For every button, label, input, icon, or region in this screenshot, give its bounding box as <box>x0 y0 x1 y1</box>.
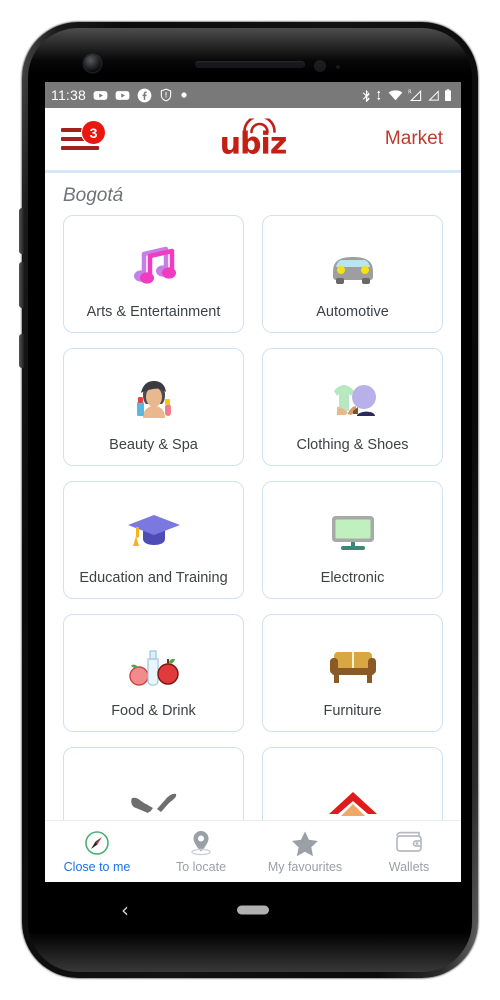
beauty-woman-icon <box>130 363 178 437</box>
couch-icon <box>325 629 381 703</box>
category-grid: Arts & Entertainment Automotive Beauty &… <box>45 215 461 865</box>
front-camera <box>84 55 101 72</box>
tab-my-favourites[interactable]: My favourites <box>253 829 357 874</box>
battery-icon <box>445 88 451 101</box>
status-bar-left-group: 11:38 <box>51 87 188 103</box>
car-icon <box>325 230 381 304</box>
bottom-tab-bar: Close to me To locate My favourites Wall… <box>45 820 461 882</box>
status-bar: 11:38 R <box>45 82 461 108</box>
power-button[interactable] <box>19 334 24 368</box>
bezel-gloss-bottom <box>28 932 472 972</box>
category-card-clothing-shoes[interactable]: Clothing & Shoes <box>262 348 443 466</box>
wallet-icon <box>394 829 424 857</box>
dot-icon <box>181 92 187 98</box>
status-bar-right-group: R <box>360 88 453 103</box>
graduation-cap-icon <box>126 496 182 570</box>
category-card-beauty-spa[interactable]: Beauty & Spa <box>63 348 244 466</box>
category-label: Education and Training <box>79 570 228 586</box>
wifi-icon <box>388 89 403 100</box>
phone-device-frame: 11:38 R 3 ubiz Market Bogotá Arts & Ente… <box>19 22 478 978</box>
category-card-education-training[interactable]: Education and Training <box>63 481 244 599</box>
bluetooth-icon <box>362 89 370 102</box>
roaming-signal-icon: R <box>408 89 422 101</box>
cellular-signal-icon <box>428 89 439 101</box>
brand-wordmark: ubiz <box>219 126 288 162</box>
category-label: Electronic <box>320 570 385 586</box>
volume-down-button[interactable] <box>19 262 24 308</box>
tab-label: To locate <box>175 860 227 874</box>
category-label: Beauty & Spa <box>109 437 198 453</box>
category-label: Automotive <box>316 304 389 320</box>
notification-badge: 3 <box>81 120 106 145</box>
volume-up-button[interactable] <box>19 208 24 254</box>
hamburger-line <box>61 146 99 150</box>
shield-alert-icon <box>160 88 172 102</box>
category-card-food-drink[interactable]: Food & Drink <box>63 614 244 732</box>
ubiz-logo: ubiz <box>219 118 288 162</box>
clothing-shoes-icon <box>324 363 382 437</box>
device-inner-bezel: 11:38 R 3 ubiz Market Bogotá Arts & Ente… <box>28 28 472 972</box>
tab-close-to-me[interactable]: Close to me <box>45 829 149 874</box>
category-card-furniture[interactable]: Furniture <box>262 614 443 732</box>
map-pin-icon <box>188 829 214 857</box>
data-transfer-icon <box>377 90 381 100</box>
home-gesture-pill[interactable] <box>237 905 269 915</box>
music-notes-icon <box>128 230 180 304</box>
facebook-icon <box>137 88 152 102</box>
light-sensor <box>336 65 340 69</box>
proximity-sensor <box>314 60 326 72</box>
back-button[interactable]: ‹ <box>121 898 129 922</box>
tab-label: My favourites <box>267 860 343 874</box>
category-label: Arts & Entertainment <box>86 304 221 320</box>
svg-text:R: R <box>408 89 412 95</box>
city-label: Bogotá <box>63 185 124 206</box>
category-card-automotive[interactable]: Automotive <box>262 215 443 333</box>
tab-label: Close to me <box>63 860 131 874</box>
monitor-icon <box>327 496 379 570</box>
tab-to-locate[interactable]: To locate <box>149 829 253 874</box>
category-label: Food & Drink <box>111 703 196 719</box>
category-card-arts-entertainment[interactable]: Arts & Entertainment <box>63 215 244 333</box>
earpiece-speaker <box>195 61 305 68</box>
star-icon <box>291 829 319 857</box>
phone-screen: 11:38 R 3 ubiz Market Bogotá Arts & Ente… <box>45 82 461 882</box>
status-bar-clock: 11:38 <box>51 87 86 103</box>
category-card-electronic[interactable]: Electronic <box>262 481 443 599</box>
category-label: Furniture <box>323 703 382 719</box>
compass-icon <box>84 829 110 857</box>
tab-label: Wallets <box>388 860 430 874</box>
category-scroll-area[interactable]: Bogotá Arts & Entertainment Automotive B… <box>45 173 461 882</box>
app-header: 3 ubiz Market <box>45 108 461 170</box>
market-link[interactable]: Market <box>385 128 443 150</box>
tab-wallets[interactable]: Wallets <box>357 829 461 874</box>
android-navigation-bar: ‹ <box>45 882 461 938</box>
youtube-icon <box>93 90 108 100</box>
food-drink-icon <box>126 629 182 703</box>
youtube-icon <box>115 90 130 100</box>
category-label: Clothing & Shoes <box>296 437 409 453</box>
hamburger-menu-button[interactable]: 3 <box>61 120 107 156</box>
